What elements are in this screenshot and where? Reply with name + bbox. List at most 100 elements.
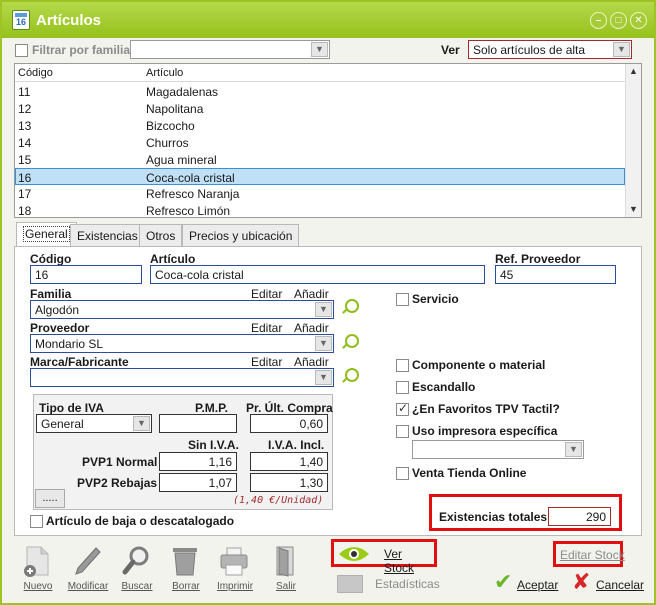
impresora-select[interactable]: ▼ bbox=[412, 440, 584, 459]
proveedor-editar-link[interactable]: Editar bbox=[251, 321, 282, 335]
tipo-iva-label: Tipo de IVA bbox=[39, 401, 104, 415]
list-item[interactable]: 15 Agua mineral bbox=[15, 151, 625, 168]
familia-editar-link[interactable]: Editar bbox=[251, 287, 282, 301]
proveedor-select[interactable]: Mondario SL ▼ bbox=[30, 334, 334, 353]
scroll-up-icon[interactable]: ▲ bbox=[626, 64, 641, 79]
pvp2-sin-iva-field[interactable]: 1,07 bbox=[159, 473, 237, 492]
pmp-label: P.M.P. bbox=[195, 401, 228, 415]
chevron-down-icon: ▼ bbox=[133, 416, 150, 431]
modificar-button[interactable]: Modificar bbox=[66, 543, 110, 593]
venta-online-label: Venta Tienda Online bbox=[412, 466, 527, 480]
tab-general[interactable]: General bbox=[16, 222, 77, 246]
venta-online-checkbox[interactable] bbox=[396, 467, 409, 480]
filtrar-familia-label: Filtrar por familia bbox=[32, 43, 131, 57]
codigo-label: Código bbox=[30, 252, 72, 266]
chevron-down-icon: ▼ bbox=[315, 370, 332, 385]
componente-checkbox[interactable] bbox=[396, 359, 409, 372]
familia-label: Familia bbox=[30, 287, 72, 301]
marca-select[interactable]: ▼ bbox=[30, 368, 334, 387]
proveedor-anadir-link[interactable]: Añadir bbox=[294, 321, 329, 335]
list-item[interactable]: 12 Napolitana bbox=[15, 100, 625, 117]
componente-label: Componente o material bbox=[412, 358, 546, 372]
ult-compra-label: Pr. Últ. Compra bbox=[246, 401, 333, 415]
chevron-down-icon: ▼ bbox=[315, 336, 332, 351]
familia-filter-select[interactable]: ▼ bbox=[130, 40, 330, 59]
tab-otros[interactable]: Otros bbox=[139, 224, 183, 246]
marca-anadir-link[interactable]: Añadir bbox=[294, 355, 329, 369]
pvp1-con-iva-field[interactable]: 1,40 bbox=[250, 452, 328, 471]
chevron-down-icon: ▼ bbox=[311, 42, 328, 57]
codigo-field[interactable]: 16 bbox=[30, 265, 142, 284]
pen-icon bbox=[75, 547, 101, 575]
ult-compra-field[interactable]: 0,60 bbox=[250, 414, 328, 433]
escandallo-label: Escandallo bbox=[412, 380, 476, 394]
borrar-button[interactable]: Borrar bbox=[164, 543, 208, 593]
buscar-button[interactable]: Buscar bbox=[115, 543, 159, 593]
ver-stock-button[interactable]: Ver Stock bbox=[338, 544, 432, 575]
eye-icon bbox=[339, 547, 369, 561]
baja-checkbox[interactable] bbox=[30, 515, 43, 528]
list-header: Código Artículo bbox=[15, 64, 625, 82]
salir-button[interactable]: Salir bbox=[264, 543, 308, 593]
baja-label: Artículo de baja o descatalogado bbox=[46, 514, 235, 528]
familia-search-icon[interactable] bbox=[345, 299, 359, 313]
pvp2-con-iva-field[interactable]: 1,30 bbox=[250, 473, 328, 492]
articulos-window: 16 Artículos – □ ✕ Filtrar por familia ▼… bbox=[0, 0, 656, 605]
close-button[interactable]: ✕ bbox=[630, 12, 647, 29]
marca-editar-link[interactable]: Editar bbox=[251, 355, 282, 369]
impresora-checkbox[interactable] bbox=[396, 425, 409, 438]
filtrar-familia-checkbox[interactable] bbox=[15, 44, 28, 57]
marca-search-icon[interactable] bbox=[345, 368, 359, 382]
list-item[interactable]: 14 Churros bbox=[15, 134, 625, 151]
minimize-button[interactable]: – bbox=[590, 12, 607, 29]
familia-anadir-link[interactable]: Añadir bbox=[294, 287, 329, 301]
list-scrollbar[interactable]: ▲ ▼ bbox=[625, 64, 641, 217]
articulos-list[interactable]: Código Artículo 11 Magadalenas 12 Napolita… bbox=[14, 63, 642, 218]
column-codigo[interactable]: Código bbox=[18, 67, 53, 79]
chevron-down-icon: ▼ bbox=[315, 302, 332, 317]
editar-stock-button[interactable]: Editar Stock bbox=[560, 548, 625, 562]
ref-proveedor-field[interactable]: 45 bbox=[495, 265, 616, 284]
servicio-label: Servicio bbox=[412, 292, 459, 306]
escandallo-checkbox[interactable] bbox=[396, 381, 409, 394]
title-bar: 16 Artículos – □ ✕ bbox=[2, 2, 654, 38]
articulo-label: Artículo bbox=[150, 252, 196, 266]
pmp-field[interactable] bbox=[159, 414, 237, 433]
estadisticas-button[interactable]: Estadísticas bbox=[375, 577, 440, 591]
precio-unidad-text: (1,40 €/Unidad) bbox=[233, 495, 324, 506]
sin-iva-label: Sin I.V.A. bbox=[188, 438, 239, 452]
familia-select[interactable]: Algodón ▼ bbox=[30, 300, 334, 319]
maximize-button[interactable]: □ bbox=[610, 12, 627, 29]
window-title: Artículos bbox=[36, 12, 102, 29]
list-item[interactable]: 18 Refresco Limón bbox=[15, 202, 625, 219]
cancelar-button[interactable]: ✘ Cancelar bbox=[572, 569, 644, 595]
ver-select[interactable]: Solo artículos de alta ▼ bbox=[468, 40, 632, 59]
list-item[interactable]: 13 Bizcocho bbox=[15, 117, 625, 134]
list-item[interactable]: 11 Magadalenas bbox=[15, 83, 625, 100]
tab-existencias[interactable]: Existencias bbox=[70, 224, 145, 246]
servicio-checkbox[interactable] bbox=[396, 293, 409, 306]
pvp1-label: PVP1 Normal bbox=[82, 455, 158, 469]
favoritos-tpv-label: ¿En Favoritos TPV Tactil? bbox=[412, 402, 560, 416]
existencias-totales-field: 290 bbox=[548, 507, 611, 526]
proveedor-search-icon[interactable] bbox=[345, 334, 359, 348]
more-options-button[interactable]: ..... bbox=[35, 489, 65, 508]
calendar-icon: 16 bbox=[12, 10, 30, 30]
tipo-iva-select[interactable]: General ▼ bbox=[36, 414, 152, 433]
pvp1-sin-iva-field[interactable]: 1,16 bbox=[159, 452, 237, 471]
column-articulo[interactable]: Artículo bbox=[146, 67, 183, 79]
imprimir-button[interactable]: Imprimir bbox=[213, 543, 257, 593]
chevron-down-icon: ▼ bbox=[613, 42, 630, 57]
existencias-totales-label: Existencias totales bbox=[439, 510, 548, 524]
marca-label: Marca/Fabricante bbox=[30, 355, 129, 369]
nuevo-button[interactable]: Nuevo bbox=[16, 543, 60, 593]
tab-precios-ubicacion[interactable]: Precios y ubicación bbox=[182, 224, 300, 246]
articulo-field[interactable]: Coca-cola cristal bbox=[150, 265, 485, 284]
ver-label: Ver bbox=[441, 43, 460, 57]
scroll-down-icon[interactable]: ▼ bbox=[626, 202, 641, 217]
aceptar-button[interactable]: ✔ Aceptar bbox=[494, 569, 560, 595]
list-item-selected[interactable]: 16 Coca-cola cristal bbox=[15, 168, 625, 185]
favoritos-tpv-checkbox[interactable] bbox=[396, 401, 409, 416]
printer-icon bbox=[220, 547, 248, 576]
list-item[interactable]: 17 Refresco Naranja bbox=[15, 185, 625, 202]
